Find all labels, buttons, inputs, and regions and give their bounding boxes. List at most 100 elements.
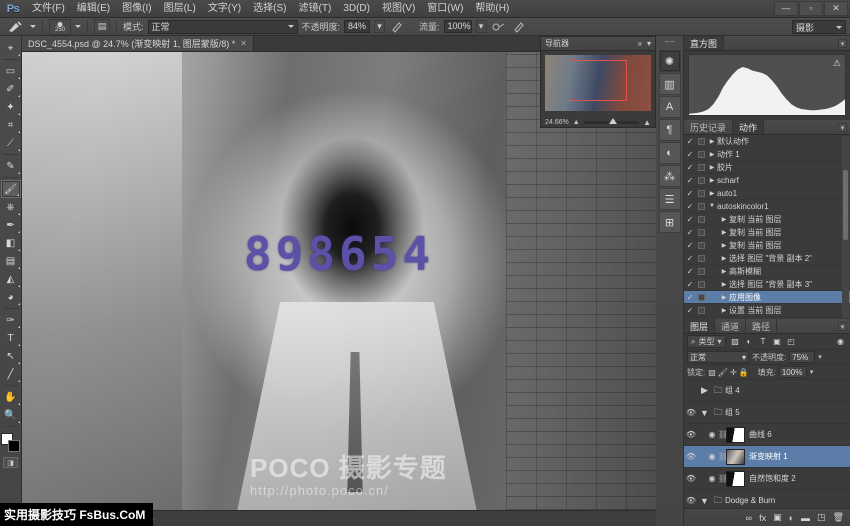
zoom-in-icon[interactable]: ▲: [643, 118, 651, 127]
action-row[interactable]: ✓▶选择 图层 "背景 副本 3": [684, 278, 850, 291]
action-dialog-toggle[interactable]: [696, 138, 707, 145]
tab-histogram[interactable]: 直方图: [684, 36, 724, 50]
filter-shape-icon[interactable]: ▣: [771, 335, 784, 348]
action-expand-icon[interactable]: ▶: [719, 307, 729, 314]
menu-item-0[interactable]: 文件(F): [26, 0, 71, 18]
menu-item-6[interactable]: 滤镜(T): [293, 0, 338, 18]
layer-visibility-icon[interactable]: 👁: [684, 430, 698, 439]
navigator-thumbnail[interactable]: [545, 55, 651, 111]
blend-mode-select[interactable]: 正常: [148, 20, 298, 34]
action-check-icon[interactable]: ✓: [684, 267, 696, 276]
actions-scrollbar-thumb[interactable]: [843, 170, 848, 240]
zoom-out-icon[interactable]: ▲: [573, 119, 580, 126]
action-expand-icon[interactable]: ▶: [719, 242, 729, 249]
action-expand-icon[interactable]: ▼: [707, 203, 717, 209]
action-row[interactable]: ✓▶动作 1: [684, 148, 850, 161]
flow-pressure-icon[interactable]: [511, 19, 527, 34]
dock-grip-icon[interactable]: ┅┅: [665, 38, 675, 46]
layers-list[interactable]: ▶🗀组 4👁▼🗀组 5👁◉⛓曲线 6👁◉⛓渐变映射 1👁◉⛓自然饱和度 2👁▼🗀…: [684, 380, 850, 526]
layer-visibility-icon[interactable]: 👁: [684, 474, 698, 483]
menu-item-5[interactable]: 选择(S): [247, 0, 292, 18]
action-row[interactable]: ✓▶高斯模糊: [684, 265, 850, 278]
opacity-input[interactable]: 84%: [344, 20, 370, 33]
close-button[interactable]: ✕: [824, 1, 848, 16]
tab-channels[interactable]: 通道: [715, 319, 746, 333]
quick-select-tool[interactable]: ✦: [1, 98, 21, 116]
action-expand-icon[interactable]: ▶: [707, 190, 717, 197]
action-expand-icon[interactable]: ▶: [707, 164, 717, 171]
menu-item-7[interactable]: 3D(D): [337, 0, 376, 18]
background-color-swatch[interactable]: [8, 440, 20, 452]
lock-transparent-icon[interactable]: ▨: [708, 368, 716, 377]
hand-tool[interactable]: ✋: [1, 388, 21, 406]
link-layers-button[interactable]: ∞: [746, 513, 752, 523]
layer-opacity-input[interactable]: 75%: [789, 351, 815, 363]
navigator-collapse-icon[interactable]: »: [638, 39, 642, 48]
actions-list[interactable]: ✓▶默认动作✓▶动作 1✓▶胶片✓▶scharf✓▶auto1✓▼autoski…: [684, 135, 850, 319]
history-brush-tool[interactable]: ✒: [1, 216, 21, 234]
action-row[interactable]: ✓▶默认动作: [684, 135, 850, 148]
action-dialog-toggle[interactable]: [696, 229, 707, 236]
brush-toggle-panel-icon[interactable]: ▤: [94, 19, 110, 34]
adjustments-icon[interactable]: ◐: [659, 142, 681, 164]
lock-all-icon[interactable]: 🔒: [739, 368, 749, 377]
filter-pixel-icon[interactable]: ▨: [729, 335, 742, 348]
action-check-icon[interactable]: ✓: [684, 306, 696, 315]
shape-tool[interactable]: ╱: [1, 365, 21, 383]
histogram-warning-icon[interactable]: ⚠: [833, 58, 841, 69]
navigator-zoom-value[interactable]: 24.66%: [545, 119, 569, 126]
action-check-icon[interactable]: ✓: [684, 293, 696, 302]
tab-layers[interactable]: 图层: [684, 319, 715, 333]
opacity-pressure-icon[interactable]: [389, 19, 405, 34]
tab-paths[interactable]: 路径: [746, 319, 777, 333]
actions-panel-menu-icon[interactable]: ▾: [838, 123, 847, 132]
navigator-view-box[interactable]: [569, 60, 626, 101]
layer-thumbnail[interactable]: [726, 427, 745, 443]
properties-icon[interactable]: ☰: [659, 188, 681, 210]
layer-adjustment-icon[interactable]: ◉: [706, 474, 718, 483]
layer-visibility-icon[interactable]: 👁: [684, 408, 698, 417]
workspace-select[interactable]: 摄影: [792, 20, 846, 34]
maximize-button[interactable]: ▫: [799, 1, 823, 16]
action-check-icon[interactable]: ✓: [684, 176, 696, 185]
brush-size-field[interactable]: 250: [49, 19, 71, 35]
layer-style-button[interactable]: fx: [759, 513, 766, 523]
histogram-dock-icon[interactable]: ▥: [659, 73, 681, 95]
blur-tool[interactable]: ◭: [1, 270, 21, 288]
layer-visibility-icon[interactable]: 👁: [684, 452, 698, 461]
action-check-icon[interactable]: ✓: [684, 241, 696, 250]
layer-expand-icon[interactable]: ▼: [698, 496, 711, 506]
action-expand-icon[interactable]: ▶: [719, 229, 729, 236]
action-check-icon[interactable]: ✓: [684, 150, 696, 159]
histogram-panel-menu-icon[interactable]: ▾: [838, 39, 847, 48]
brush-presets-icon[interactable]: ✺: [659, 50, 681, 72]
layer-thumbnail[interactable]: [726, 449, 745, 465]
navigator-menu-icon[interactable]: ▾: [647, 39, 651, 48]
new-layer-button[interactable]: ◳: [817, 512, 826, 523]
layer-adjustment-icon[interactable]: ◉: [706, 430, 718, 439]
layer-visibility-icon[interactable]: 👁: [684, 496, 698, 505]
tab-history[interactable]: 历史记录: [684, 120, 733, 134]
action-expand-icon[interactable]: ▶: [719, 268, 729, 275]
action-check-icon[interactable]: ✓: [684, 280, 696, 289]
healing-brush-tool[interactable]: ✎: [1, 157, 21, 175]
layer-row[interactable]: ▶🗀组 4: [684, 380, 850, 402]
document-tab[interactable]: DSC_4554.psd @ 24.7% (渐变映射 1, 图层蒙版/8) * …: [22, 36, 254, 51]
action-dialog-toggle[interactable]: [696, 177, 707, 184]
eyedropper-tool[interactable]: ⟋: [1, 134, 21, 152]
delete-layer-button[interactable]: 🗑: [833, 512, 844, 523]
action-row[interactable]: ✓▼autoskincolor1: [684, 200, 850, 213]
action-row[interactable]: ✓▶复制 当前 图层: [684, 213, 850, 226]
layer-filter-toggle[interactable]: ◉: [834, 335, 847, 348]
action-check-icon[interactable]: ✓: [684, 137, 696, 146]
action-row[interactable]: ✓▶auto1: [684, 187, 850, 200]
clone-stamp-tool[interactable]: ⎈: [1, 198, 21, 216]
document-tab-close-icon[interactable]: ✕: [240, 39, 247, 48]
add-mask-button[interactable]: ▣: [773, 512, 782, 523]
quick-mask-button[interactable]: ◨: [3, 457, 18, 468]
color-swatches[interactable]: [1, 433, 21, 453]
action-row[interactable]: ✓▶胶片: [684, 161, 850, 174]
layer-fill-input[interactable]: 100%: [779, 366, 807, 378]
layer-filter-select[interactable]: ⌕ 类型 ▾: [687, 335, 726, 348]
layer-thumbnail[interactable]: [726, 471, 745, 487]
